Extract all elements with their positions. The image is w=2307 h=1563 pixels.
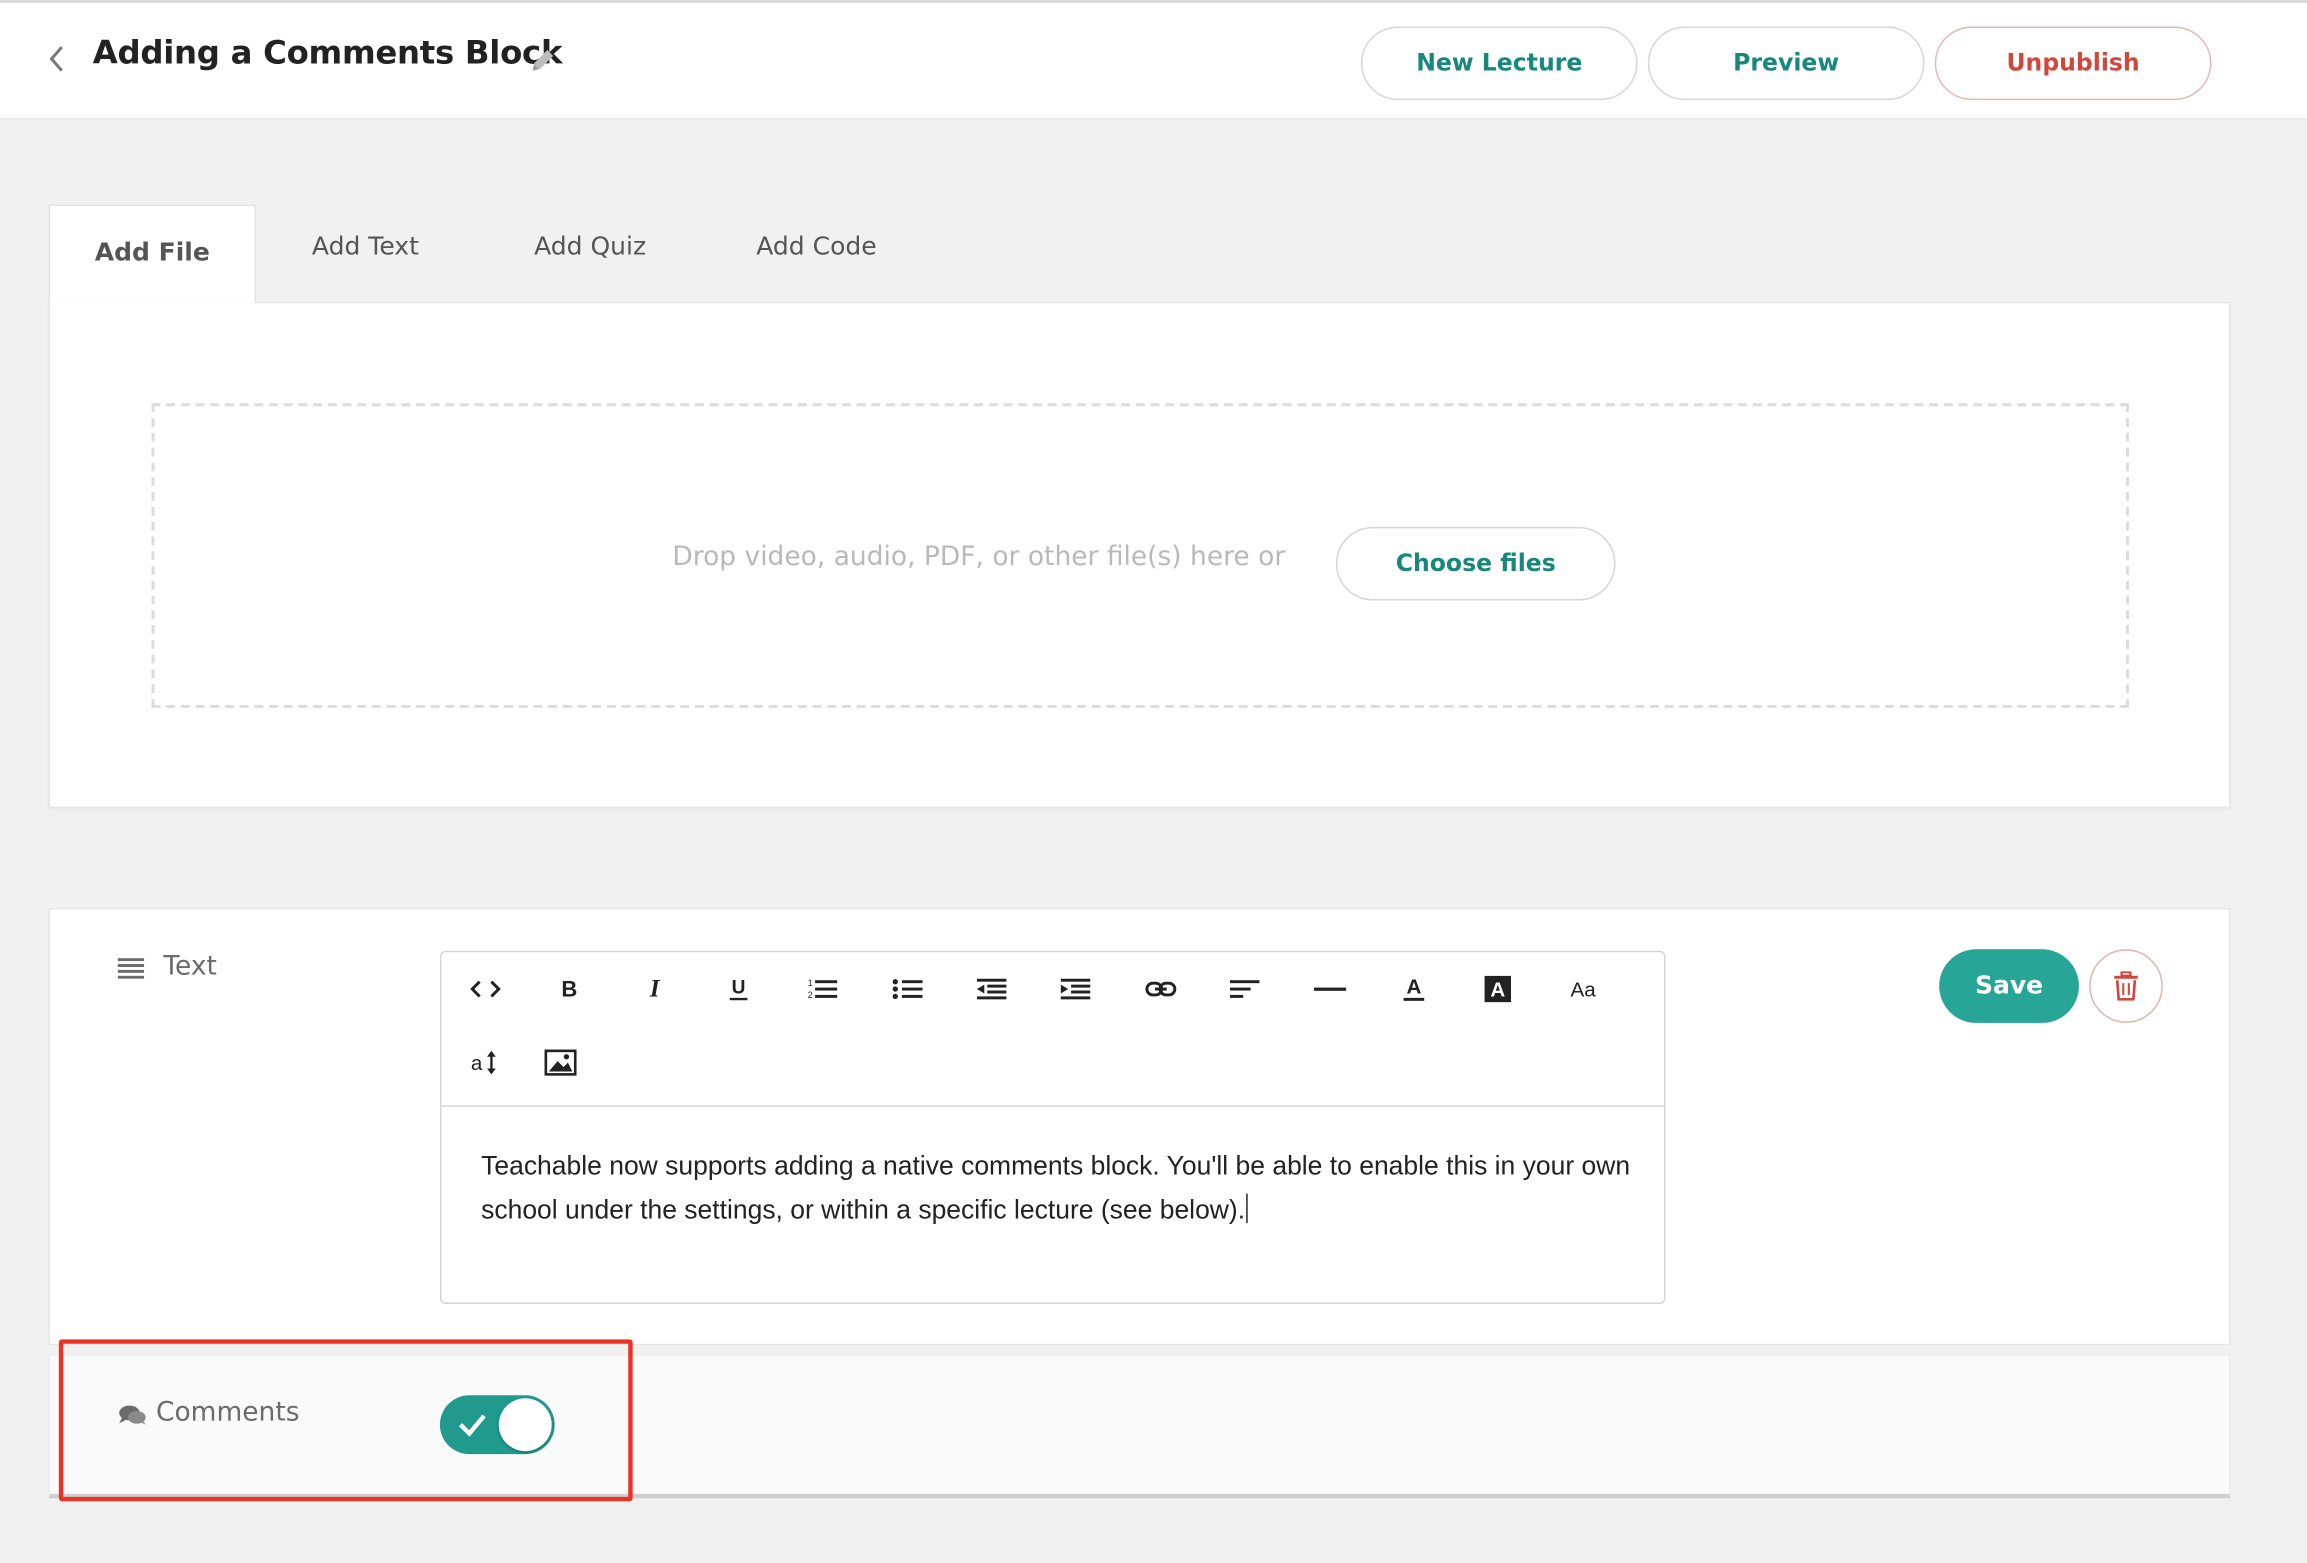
rich-text-editor: B I U 12 A A Aa a Teachable now supports… [439, 950, 1666, 1305]
horizontal-rule-icon[interactable] [1304, 967, 1357, 1011]
dropzone-text: Drop video, audio, PDF, or other file(s)… [672, 541, 1286, 573]
link-icon[interactable] [1134, 967, 1187, 1011]
indent-icon[interactable] [1049, 967, 1102, 1011]
unpublish-button[interactable]: Unpublish [1934, 26, 2212, 101]
outdent-icon[interactable] [965, 967, 1018, 1011]
choose-files-button[interactable]: Choose files [1335, 526, 1616, 601]
tab-add-file[interactable]: Add File [48, 204, 257, 304]
unordered-list-icon[interactable] [881, 967, 934, 1011]
italic-icon[interactable]: I [628, 967, 681, 1011]
text-lines-icon [117, 957, 145, 979]
upload-panel: Drop video, audio, PDF, or other file(s)… [48, 301, 2231, 809]
editor-toolbar: B I U 12 A A Aa a [441, 952, 1665, 1107]
tab-add-code[interactable]: Add Code [756, 233, 876, 262]
svg-text:I: I [649, 977, 661, 1001]
underline-icon[interactable]: U [712, 967, 765, 1011]
bold-icon[interactable]: B [543, 967, 596, 1011]
text-caret [1246, 1193, 1249, 1224]
ordered-list-icon[interactable]: 12 [796, 967, 849, 1011]
pencil-icon[interactable] [527, 44, 559, 76]
back-chevron-icon[interactable] [41, 38, 73, 79]
insert-image-icon[interactable] [534, 1041, 587, 1085]
page-title: Adding a Comments Block [92, 35, 563, 73]
code-view-icon[interactable] [459, 967, 512, 1011]
editor-content[interactable]: Teachable now supports adding a native c… [481, 1144, 1643, 1232]
svg-text:1: 1 [808, 978, 813, 988]
editor-text: Teachable now supports adding a native c… [481, 1150, 1631, 1225]
text-block-panel: Text B I U 12 A A Aa a Teachable now sup… [48, 908, 2231, 1346]
svg-text:a: a [471, 1052, 483, 1075]
svg-text:U: U [732, 977, 746, 998]
save-button[interactable]: Save [1939, 949, 2079, 1023]
file-dropzone[interactable]: Drop video, audio, PDF, or other file(s)… [151, 403, 2129, 708]
svg-text:A: A [1406, 976, 1421, 999]
tab-add-text[interactable]: Add Text [312, 233, 419, 262]
font-size-icon[interactable]: a [459, 1041, 512, 1085]
tab-add-quiz[interactable]: Add Quiz [534, 233, 646, 262]
top-bar: Adding a Comments Block New Lecture Prev… [0, 0, 2307, 118]
new-lecture-button[interactable]: New Lecture [1360, 26, 1638, 101]
font-family-icon[interactable]: Aa [1557, 967, 1610, 1011]
highlight-box [58, 1339, 633, 1502]
align-left-icon[interactable] [1218, 967, 1271, 1011]
text-block-label: Text [163, 950, 217, 982]
background-color-icon[interactable]: A [1471, 967, 1524, 1011]
preview-button[interactable]: Preview [1647, 26, 1925, 101]
svg-text:Aa: Aa [1571, 978, 1597, 1000]
svg-text:A: A [1490, 978, 1505, 1001]
trash-icon[interactable] [2089, 949, 2163, 1023]
svg-text:2: 2 [808, 990, 813, 1000]
font-color-icon[interactable]: A [1387, 967, 1440, 1011]
svg-text:B: B [561, 977, 577, 1001]
